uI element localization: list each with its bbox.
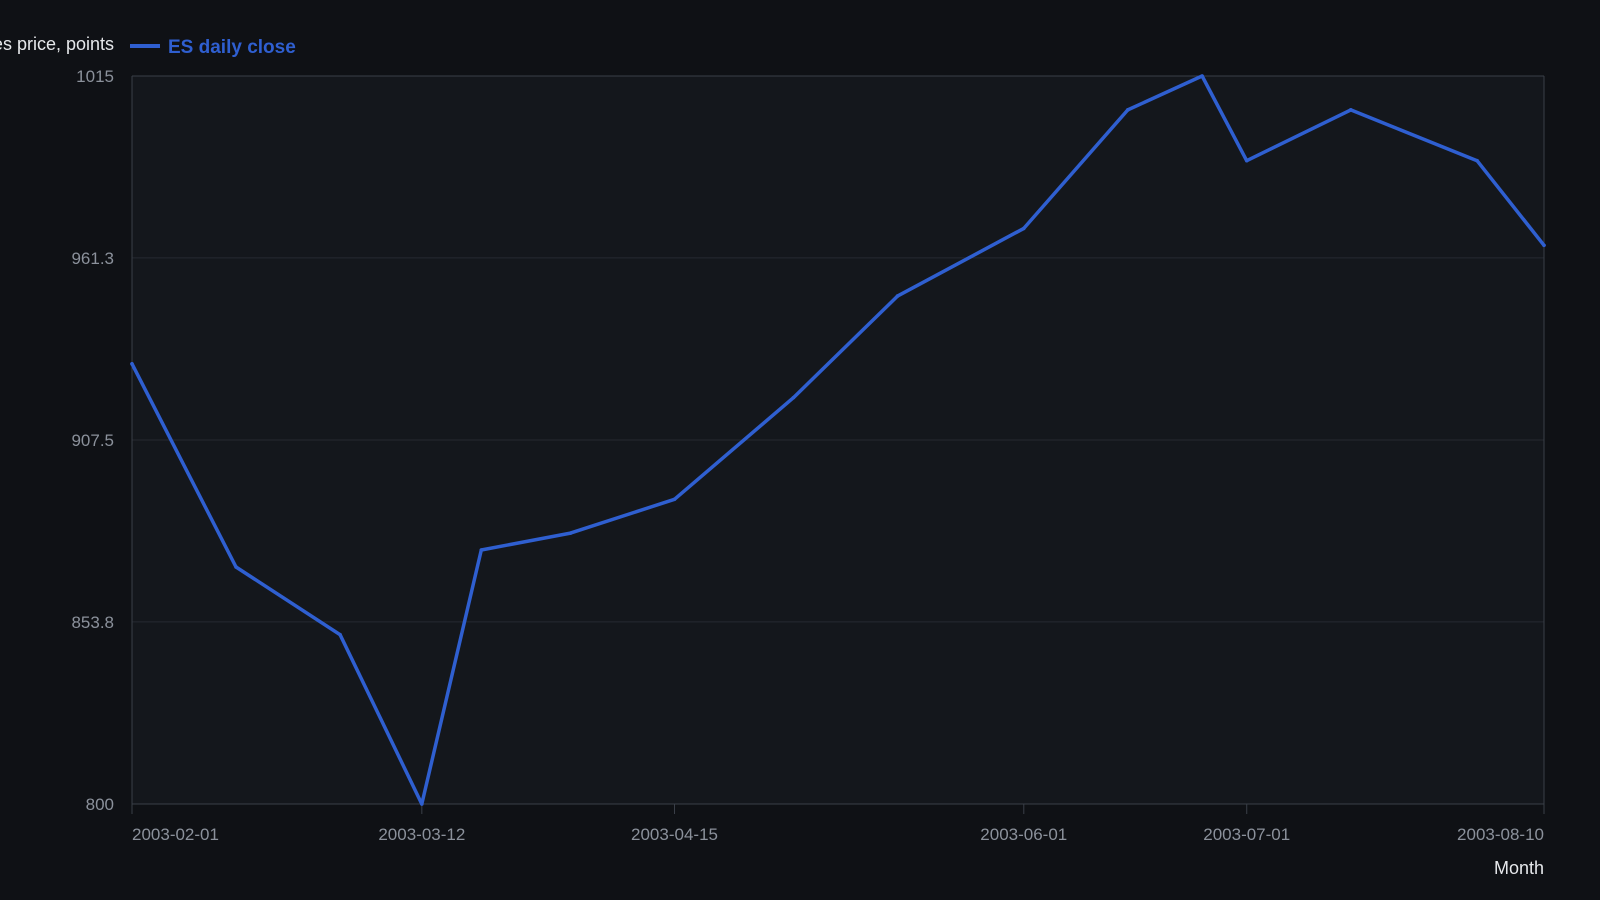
x-axis-title: Month — [1494, 858, 1544, 878]
y-tick-label: 961.3 — [71, 249, 114, 268]
y-tick-label: 907.5 — [71, 431, 114, 450]
data-point — [1542, 243, 1546, 248]
x-tick-label: 2003-02-01 — [132, 825, 219, 844]
data-point — [1200, 74, 1204, 78]
x-tick-label: 2003-07-01 — [1203, 825, 1290, 844]
legend-label-es-daily-close: ES daily close — [168, 37, 296, 58]
data-point — [1126, 108, 1130, 112]
data-point — [895, 294, 900, 298]
data-point — [338, 632, 342, 637]
data-point — [1244, 158, 1249, 163]
data-point — [568, 531, 573, 535]
data-point — [420, 802, 424, 806]
y-axis-title: Futures price, points — [0, 34, 114, 54]
data-point — [130, 362, 134, 366]
data-point — [1021, 226, 1026, 231]
y-tick-label: 800 — [86, 795, 114, 814]
data-point — [1475, 158, 1479, 163]
data-point — [234, 565, 238, 569]
data-point — [791, 395, 796, 400]
data-point — [672, 497, 677, 502]
x-tick-label: 2003-08-10 — [1457, 825, 1544, 844]
y-tick-label: 853.8 — [71, 613, 114, 632]
x-tick-label: 2003-06-01 — [980, 825, 1067, 844]
x-tick-label: 2003-03-12 — [378, 825, 465, 844]
data-point — [1348, 108, 1353, 112]
x-tick-label: 2003-04-15 — [631, 825, 718, 844]
y-tick-label: 1015 — [76, 67, 114, 86]
data-point — [479, 548, 484, 552]
line-chart: 800 853.8 907.5 961.3 1015 2003-02-01 2003-03… — [0, 0, 1600, 900]
